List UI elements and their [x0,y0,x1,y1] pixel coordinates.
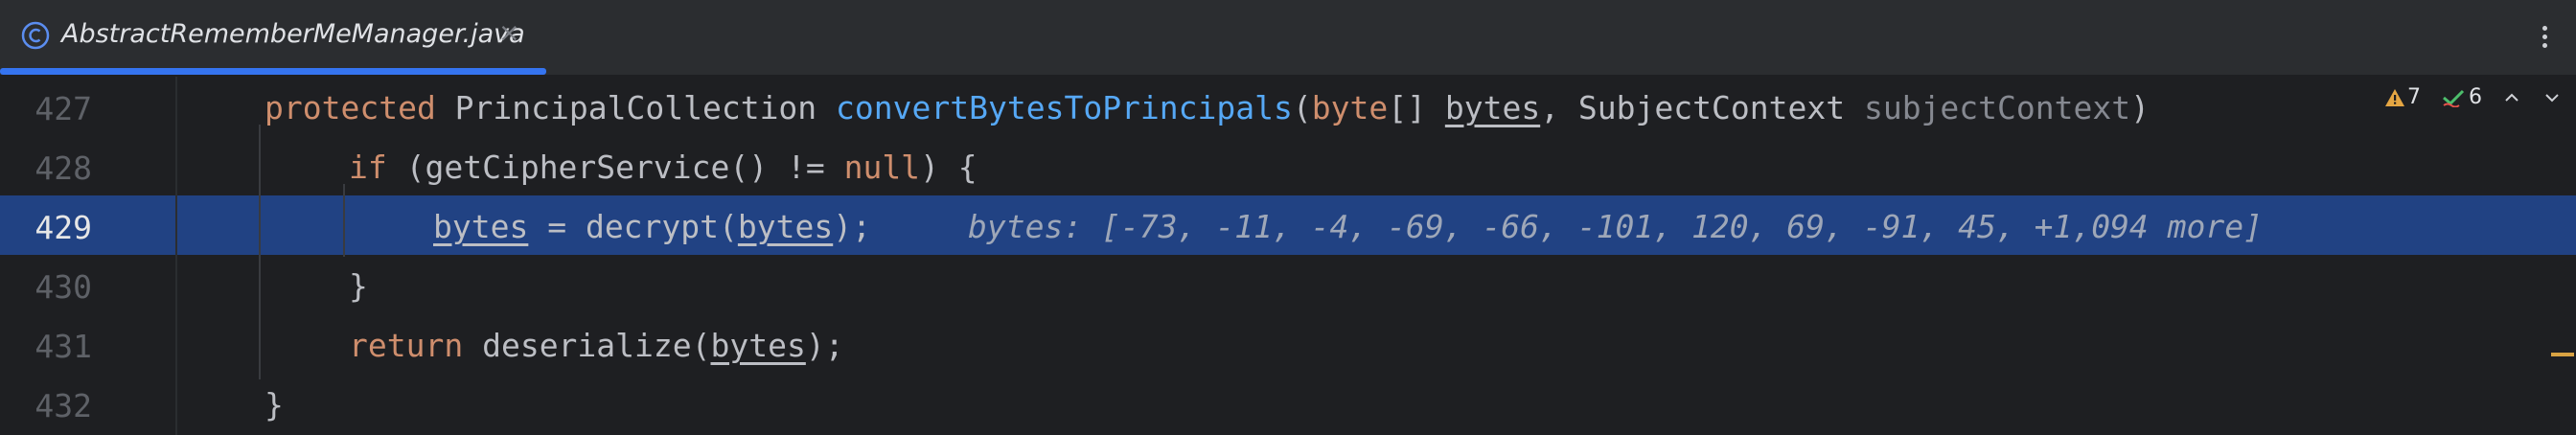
code-line: 428 if (getCipherService() != null) { [0,136,2576,195]
warning-icon [2384,88,2405,113]
code-token: ); [833,208,871,245]
code-line: 427 protected PrincipalCollection conver… [0,77,2576,136]
chevron-down-icon[interactable] [2543,88,2561,112]
code-text: } [264,386,284,424]
code-token: , SubjectContext [1540,89,1864,126]
code-token: = decrypt( [528,208,738,245]
code-token: [] [1388,89,1445,126]
keyword: if [349,149,387,186]
file-tab[interactable]: AbstractRememberMeManager.java × [0,0,546,75]
check-count: 6 [2469,85,2482,109]
parameter: bytes [737,208,834,245]
warning-count: 7 [2407,85,2421,109]
method-name: convertBytesToPrincipals [836,89,1293,126]
keyword: return [349,327,464,364]
code-token: ); [805,327,844,364]
parameter: bytes [433,208,529,245]
line-number: 430 [34,268,92,306]
code-token: ) { [920,149,978,186]
code-line: 430 } [0,255,2576,314]
code-token: (getCipherService() != [386,149,844,186]
indent-guide [259,125,261,379]
code-text: } [349,267,368,305]
check-icon [2442,88,2465,113]
class-icon [21,21,50,50]
indent-guide [343,184,345,257]
gutter-separator [175,77,177,435]
code-line: 431 return deserialize(bytes); [0,314,2576,374]
line-number: 432 [34,387,92,424]
debug-inline-value[interactable]: bytes: [-73, -11, -4, -69, -66, -101, 12… [968,208,2263,245]
keyword: byte [1311,89,1389,126]
line-number: 431 [34,328,92,365]
line-number: 427 [34,90,92,127]
parameter: bytes [1444,89,1541,126]
tab-title: AbstractRememberMeManager.java [61,19,525,49]
active-tab-indicator [0,68,546,75]
editor-tab-bar: AbstractRememberMeManager.java × [0,0,2576,77]
current-line: 429 bytes = decrypt(bytes); bytes: [-73,… [0,195,2576,255]
code-editor[interactable]: 427 protected PrincipalCollection conver… [0,77,2576,435]
code-token: ) [2130,89,2150,126]
chevron-up-icon[interactable] [2503,88,2520,112]
code-token: ( [1292,89,1312,126]
keyword: null [843,149,921,186]
line-number: 429 [34,209,92,246]
code-token: PrincipalCollection [435,89,837,126]
unused-parameter: subjectContext [1863,89,2131,126]
code-line: 432 } [0,374,2576,433]
keyword: protected [264,89,436,126]
code-text: return deserialize(bytes); [349,327,844,364]
code-text: protected PrincipalCollection convertByt… [264,89,2150,126]
line-number: 428 [34,149,92,187]
code-token: deserialize( [463,327,711,364]
more-options-icon[interactable] [2530,13,2559,59]
close-icon[interactable]: × [498,18,520,48]
code-text: if (getCipherService() != null) { [349,149,978,186]
parameter: bytes [710,327,806,364]
warning-stripe-marker[interactable] [2551,353,2574,356]
code-text: bytes = decrypt(bytes); [433,208,871,245]
